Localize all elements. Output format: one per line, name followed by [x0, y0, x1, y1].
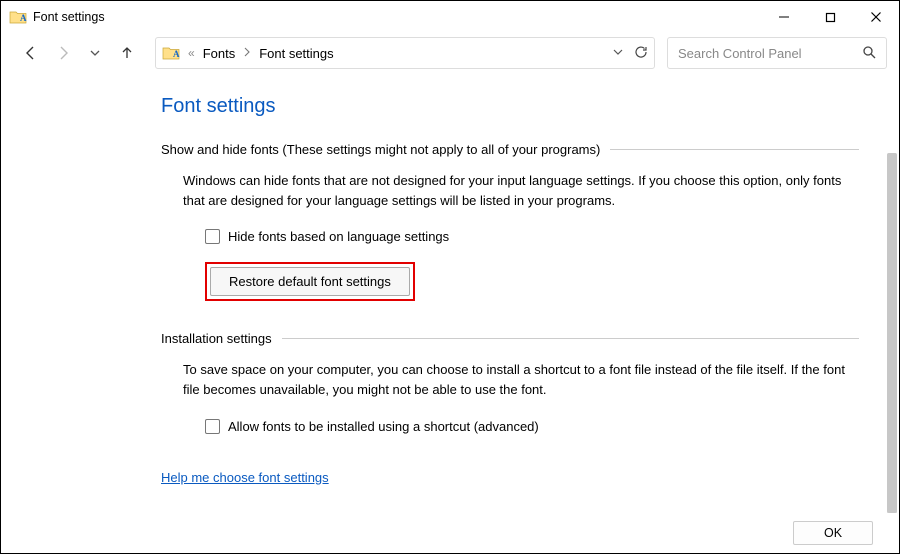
svg-text:A: A [20, 13, 27, 23]
breadcrumb-root-marker: « [186, 46, 197, 60]
search-icon [862, 45, 876, 62]
maximize-button[interactable] [807, 1, 853, 33]
chevron-right-icon [241, 46, 253, 60]
window-title: Font settings [33, 10, 105, 24]
search-placeholder: Search Control Panel [678, 46, 862, 61]
section-show-hide-title: Show and hide fonts (These settings migh… [161, 142, 600, 157]
section-installation-title: Installation settings [161, 331, 272, 346]
help-link[interactable]: Help me choose font settings [161, 470, 329, 485]
fonts-folder-icon: A [9, 8, 27, 26]
divider [282, 338, 859, 339]
section-installation-description: To save space on your computer, you can … [183, 360, 859, 400]
window-root: A Font settings [0, 0, 900, 554]
refresh-button[interactable] [634, 45, 648, 62]
address-dropdown-button[interactable] [612, 46, 624, 61]
forward-button[interactable] [49, 39, 77, 67]
shortcut-checkbox-row: Allow fonts to be installed using a shor… [205, 419, 859, 434]
shortcut-checkbox-label[interactable]: Allow fonts to be installed using a shor… [228, 419, 539, 434]
recent-locations-button[interactable] [81, 39, 109, 67]
close-button[interactable] [853, 1, 899, 33]
window-controls [761, 1, 899, 33]
page-title: Font settings [161, 95, 859, 118]
content-area: Font settings Show and hide fonts (These… [1, 73, 899, 513]
up-button[interactable] [113, 39, 141, 67]
address-bar[interactable]: A « Fonts Font settings [155, 37, 655, 69]
ok-button[interactable]: OK [793, 521, 873, 545]
breadcrumb-font-settings[interactable]: Font settings [259, 46, 333, 61]
section-show-hide-description: Windows can hide fonts that are not desi… [183, 171, 859, 211]
divider [610, 149, 859, 150]
title-bar: A Font settings [1, 1, 899, 33]
vertical-scrollbar[interactable] [887, 153, 897, 513]
fonts-folder-icon: A [162, 44, 180, 62]
address-bar-actions [612, 45, 648, 62]
shortcut-checkbox[interactable] [205, 419, 220, 434]
navigation-bar: A « Fonts Font settings Search Control P… [1, 33, 899, 73]
restore-button-highlight: Restore default font settings [205, 262, 415, 301]
breadcrumb-fonts[interactable]: Fonts [203, 46, 236, 61]
content-scroll: Font settings Show and hide fonts (These… [1, 73, 899, 513]
footer: OK [1, 513, 899, 553]
hide-fonts-checkbox-row: Hide fonts based on language settings [205, 229, 859, 244]
minimize-button[interactable] [761, 1, 807, 33]
svg-text:A: A [173, 49, 180, 59]
search-input[interactable]: Search Control Panel [667, 37, 887, 69]
section-show-hide-header: Show and hide fonts (These settings migh… [161, 142, 859, 157]
hide-fonts-checkbox-label[interactable]: Hide fonts based on language settings [228, 229, 449, 244]
restore-default-button[interactable]: Restore default font settings [210, 267, 410, 296]
back-button[interactable] [17, 39, 45, 67]
section-installation-header: Installation settings [161, 331, 859, 346]
hide-fonts-checkbox[interactable] [205, 229, 220, 244]
scrollbar-thumb[interactable] [887, 153, 897, 513]
